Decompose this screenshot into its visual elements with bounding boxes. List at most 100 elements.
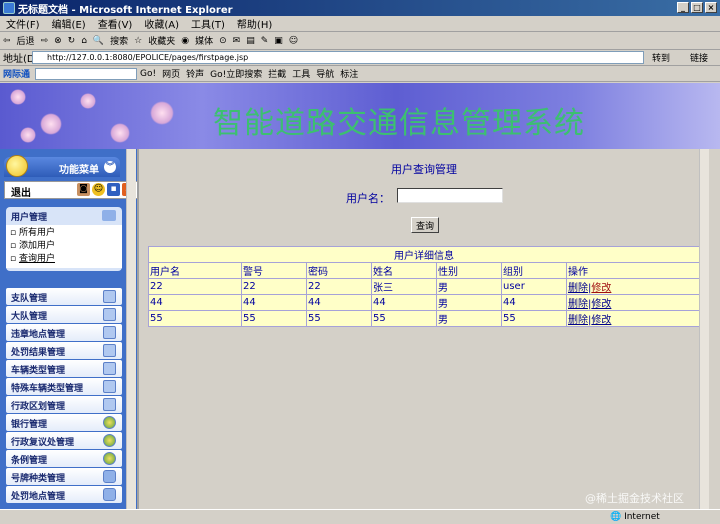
collapse-chevron-icon[interactable]: ︾: [104, 161, 116, 173]
favorites-icon: ☆: [134, 35, 143, 46]
sidebar-item-plate-type[interactable]: 号牌种类管理: [6, 468, 122, 485]
table-cell: 44: [502, 295, 566, 310]
nav-button[interactable]: 导航: [316, 67, 334, 80]
sidebar-item-administrative-division[interactable]: 行政区划管理: [6, 396, 122, 413]
tools-button[interactable]: 工具: [292, 67, 310, 80]
username-input[interactable]: [397, 188, 503, 203]
go-search-button[interactable]: Go!: [140, 69, 156, 79]
toolbar-brand[interactable]: 网际通: [3, 67, 30, 80]
ie-logo-icon: [3, 2, 15, 14]
sidebar-item-penalty-result[interactable]: 处罚结果管理: [6, 342, 122, 359]
history-icon[interactable]: ⊙: [219, 36, 227, 46]
media-button[interactable]: 媒体: [195, 34, 213, 47]
menu-edit[interactable]: 编辑(E): [52, 16, 86, 31]
actions-cell: 删除|修改: [567, 279, 699, 294]
page-title: 用户查询管理: [391, 163, 457, 176]
table-caption-row: 用户详细信息: [149, 247, 699, 262]
refresh-icon[interactable]: ↻: [68, 36, 76, 46]
camera-icon[interactable]: ◙: [77, 183, 90, 196]
sidebar-item-regulations[interactable]: 条例管理: [6, 450, 122, 467]
edit-link[interactable]: 修改: [591, 299, 611, 310]
search-button[interactable]: 搜索: [110, 34, 128, 47]
delete-link[interactable]: 删除: [568, 283, 588, 294]
sidebar-item-reconsideration[interactable]: 行政复议处管理: [6, 432, 122, 449]
sidebar-item-query-users[interactable]: ▫ 查询用户: [10, 253, 118, 266]
search-dropdown[interactable]: [35, 67, 138, 80]
exit-link[interactable]: 退出: [11, 188, 31, 199]
sidebar-item-brigade[interactable]: 大队管理: [6, 306, 122, 323]
globe-icon: [103, 416, 116, 429]
sidebar-scrollbar[interactable]: [126, 149, 136, 509]
save-icon[interactable]: ▪: [107, 183, 120, 196]
favorites-button[interactable]: 收藏夹: [148, 34, 175, 47]
column-header: 警号: [242, 263, 306, 278]
home-icon[interactable]: ⌂: [81, 36, 87, 46]
sidebar-item-all-users[interactable]: ▫ 所有用户: [10, 227, 118, 240]
sidebar-item-violation-location[interactable]: 违章地点管理: [6, 324, 122, 341]
address-input[interactable]: http://127.0.0.1:8080/EPOLICE/pages/firs…: [32, 51, 644, 64]
menu-tools[interactable]: 工具(T): [191, 16, 225, 31]
discuss-icon[interactable]: ▣: [274, 36, 283, 46]
delete-link[interactable]: 删除: [568, 299, 588, 310]
edit-doc-icon: [103, 362, 116, 375]
menu-help[interactable]: 帮助(H): [237, 16, 272, 31]
web-button[interactable]: 网页: [162, 67, 180, 80]
menu-view[interactable]: 查看(V): [98, 16, 133, 31]
banner-title: 智能道路交通信息管理系统: [213, 106, 585, 141]
maximize-button[interactable]: □: [691, 2, 703, 13]
column-header: 密码: [307, 263, 371, 278]
blocker-button[interactable]: 拦截: [268, 67, 286, 80]
table-cell: 44: [307, 295, 371, 310]
table-cell: 男: [437, 279, 501, 294]
links-button[interactable]: 链接: [690, 51, 708, 64]
stop-icon[interactable]: ⊗: [54, 36, 62, 46]
edit-link[interactable]: 修改: [591, 315, 611, 326]
actions-cell: 删除|修改: [567, 311, 699, 326]
sidebar-item-bank[interactable]: 银行管理: [6, 414, 122, 431]
print-icon[interactable]: ▤: [246, 36, 255, 46]
edit-icon[interactable]: ✎: [261, 36, 269, 46]
content-scrollbar[interactable]: [699, 149, 709, 509]
edit-doc-icon: [103, 290, 116, 303]
query-button[interactable]: 查询: [411, 217, 439, 233]
go-button[interactable]: 转到: [652, 51, 670, 64]
menu-file[interactable]: 文件(F): [6, 16, 40, 31]
star-icon: [103, 488, 116, 501]
delete-link[interactable]: 删除: [568, 315, 588, 326]
smiley-icon[interactable]: ☺: [92, 183, 105, 196]
ringtone-button[interactable]: 铃声: [186, 67, 204, 80]
menu-favorites[interactable]: 收藏(A): [144, 16, 179, 31]
messenger-icon[interactable]: ☺: [289, 36, 298, 46]
back-button[interactable]: 后退: [17, 34, 35, 47]
forward-arrow-icon[interactable]: ⇨: [41, 36, 49, 46]
instant-search-button[interactable]: Go!立即搜索: [210, 67, 262, 80]
table-cell: 男: [437, 295, 501, 310]
sidebar-item-penalty-location[interactable]: 处罚地点管理: [6, 486, 122, 503]
edit-doc-icon: [103, 308, 116, 321]
menu-logo-icon: [6, 155, 28, 177]
close-button[interactable]: ×: [705, 2, 717, 13]
window-controls: _ □ ×: [677, 2, 717, 13]
star-icon: [103, 470, 116, 483]
sidebar-item-detachment[interactable]: 支队管理: [6, 288, 122, 305]
mail-icon[interactable]: ✉: [233, 36, 241, 46]
user-management-header[interactable]: 用户管理: [6, 207, 122, 225]
search-icon: 🔍: [92, 35, 105, 46]
menu-bar: 文件(F) 编辑(E) 查看(V) 收藏(A) 工具(T) 帮助(H): [0, 16, 720, 32]
sidebar-item-special-vehicle-type[interactable]: 特殊车辆类型管理: [6, 378, 122, 395]
table-cell: 张三: [372, 279, 436, 294]
edit-doc-icon: [103, 380, 116, 393]
table-cell: 44: [149, 295, 241, 310]
table-cell: 22: [242, 279, 306, 294]
users-icon: [102, 210, 116, 221]
minimize-button[interactable]: _: [677, 2, 689, 13]
table-cell: 男: [437, 311, 501, 326]
edit-doc-icon: [103, 326, 116, 339]
sidebar-item-vehicle-type[interactable]: 车辆类型管理: [6, 360, 122, 377]
table-cell: 55: [149, 311, 241, 326]
edit-link[interactable]: 修改: [591, 283, 611, 294]
sidebar-item-add-user[interactable]: ▫ 添加用户: [10, 240, 118, 253]
globe-icon: [103, 452, 116, 465]
window-title: 无标题文档 - Microsoft Internet Explorer: [18, 4, 233, 16]
bookmark-button[interactable]: 标注: [340, 67, 358, 80]
